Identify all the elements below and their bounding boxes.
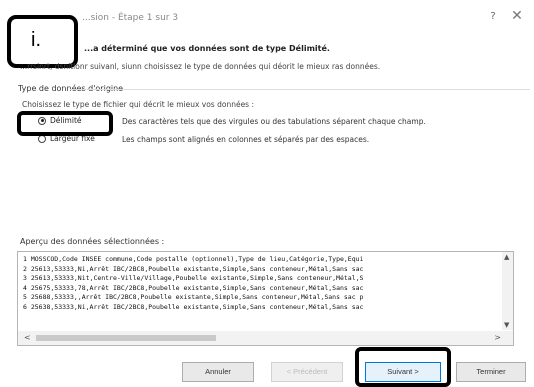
help-icon[interactable]: ? [487,11,499,22]
text-import-wizard-dialog: ...sion - Étape 1 sur 3 ? ✕ i. ...a déte… [0,0,534,387]
preview-lines: 1 MOSSCOD,Code INSEE commune,Code postal… [23,255,501,312]
scroll-up-icon[interactable]: ▲ [504,253,509,261]
preview-line: 6 25638,53333,Ni,Arrêt IBC/2BC8,Poubelle… [23,302,364,311]
title-bar: ...sion - Étape 1 sur 3 ? ✕ [0,0,534,40]
preview-line: 4 25675,53333,78,Arrêt IBC/2BC8,Poubelle… [23,283,364,292]
section-divider [70,89,530,90]
close-icon[interactable]: ✕ [509,8,525,24]
preview-line: 2 25613,53333,Ni,Arrêt IBC/2BC8,Poubelle… [23,264,364,273]
scroll-left-icon[interactable]: < [24,333,31,342]
wizard-heading: ...a déterminé que vos données sont de t… [84,44,330,53]
preview-line: 1 MOSSCOD,Code INSEE commune,Code postal… [23,255,364,263]
scroll-down-icon[interactable]: ▼ [504,321,509,329]
finish-button[interactable]: Terminer [456,362,526,382]
preview-line: 3 25613,53333,Nit,Centre-Ville/Village,P… [23,274,364,282]
scrollbar-thumb[interactable] [36,335,216,341]
cancel-button[interactable]: Annuler [182,362,254,382]
previous-button[interactable]: < Précédent [271,362,343,382]
scroll-right-icon[interactable]: > [494,333,501,342]
callout-box-next [355,347,451,387]
callout-label-i: i. [31,29,41,51]
radio-delimited-description: Des caractères tels que des virgules ou … [122,117,426,126]
radio-fixed-width-description: Les champs sont alignés en colonnes et s… [122,135,370,144]
preview-line: 5 25688,53333,,Arrêt IBC/2BC8,Poubelle e… [23,293,364,301]
horizontal-scrollbar[interactable]: < > [18,331,513,345]
window-title: ...sion - Étape 1 sur 3 [82,13,179,23]
vertical-scrollbar[interactable]: ▲ ▼ [502,252,513,330]
preview-label: Aperçu des données sélectionnées : [20,237,165,246]
callout-box-i: i. [7,15,78,68]
data-preview-pane[interactable]: 1 MOSSCOD,Code INSEE commune,Code postal… [17,251,514,346]
choose-file-type-label: Choisissez le type de fichier qui décrit… [22,100,255,109]
wizard-instruction: ...rrsinrt, dsnitlonr suivanl, siunn cho… [20,62,381,71]
callout-box-delimited [17,111,113,136]
